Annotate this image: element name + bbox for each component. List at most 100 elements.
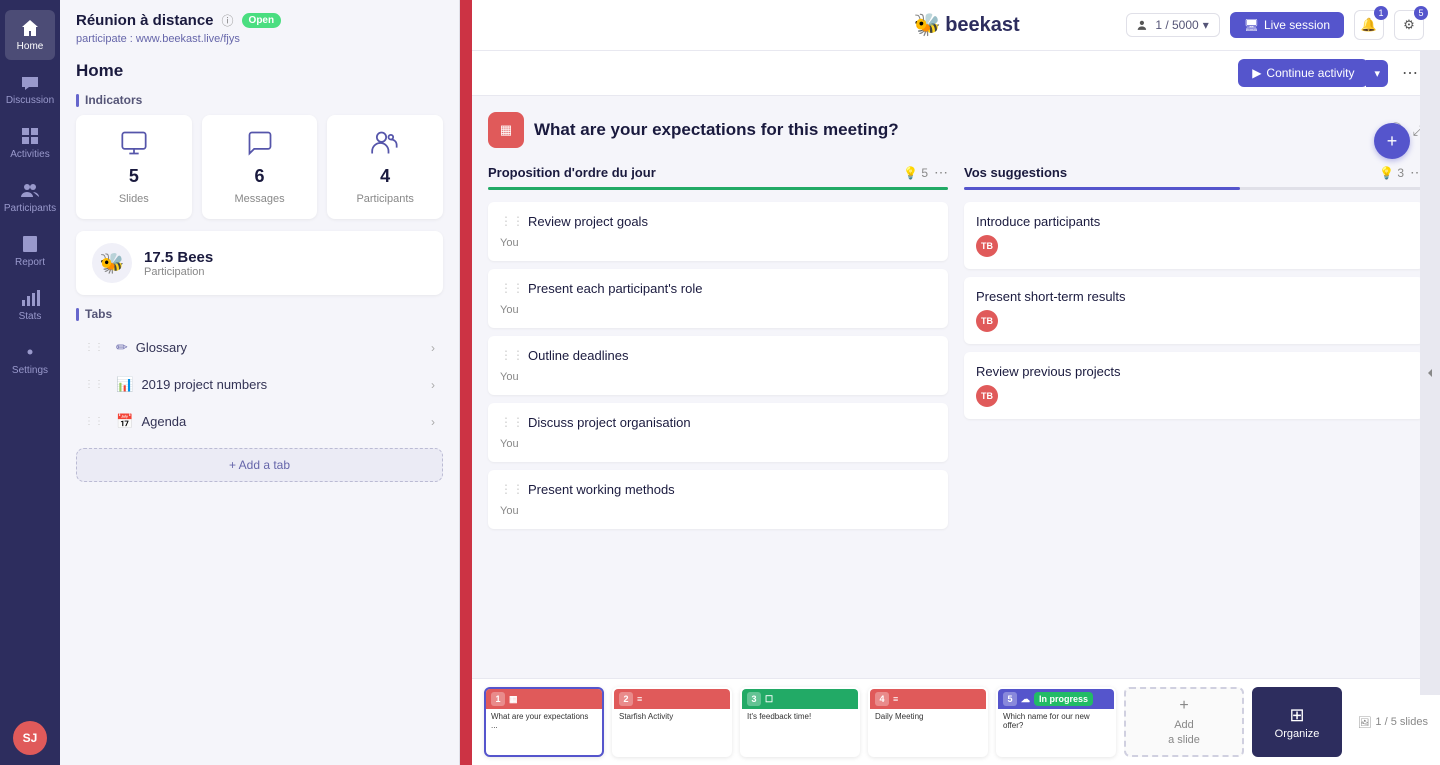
participate-url: participate : www.beekast.live/fjys (76, 33, 443, 45)
notifications-button[interactable]: 🔔 1 (1354, 10, 1384, 40)
tabs-label: Tabs (76, 307, 443, 321)
slide-thumb-3[interactable]: 3 ☐ It's feedback time! (740, 687, 860, 757)
slide-thumb-1[interactable]: 1 ▦ What are your expectations ... (484, 687, 604, 757)
slide-icon-4: ≡ (893, 694, 898, 704)
bees-number: 17.5 Bees (144, 249, 213, 266)
add-tab-button[interactable]: + Add a tab (76, 448, 443, 482)
indicator-participants: 4 Participants (327, 115, 443, 219)
slide-num-4: 4 (875, 692, 889, 706)
column-left-count: 💡 5 (903, 166, 928, 180)
glossary-icon: ✏ (116, 339, 128, 356)
organize-button[interactable]: ⊞ Organize (1252, 687, 1342, 757)
live-session-button[interactable]: 🖥 Live session (1230, 12, 1344, 38)
list-item: Introduce participants ⋯ TB (964, 202, 1424, 269)
sidebar-item-discussion[interactable]: Discussion (5, 64, 55, 114)
slides-icon (120, 129, 148, 160)
glossary-label: Glossary (136, 340, 423, 355)
sidebar-item-home[interactable]: Home (5, 10, 55, 60)
list-item: ⋮⋮ Discuss project organisation ⋯ You (488, 403, 948, 462)
in-progress-badge: In progress (1034, 692, 1093, 706)
list-item: Present short-term results ⋯ TB (964, 277, 1424, 344)
sidebar-item-stats[interactable]: Stats (5, 280, 55, 330)
column-left-more-button[interactable]: ⋯ (934, 164, 948, 181)
tab-agenda[interactable]: ⋮⋮ 📅 Agenda › (76, 403, 443, 440)
drag-handle: ⋮⋮ (84, 342, 104, 353)
slide-body-3: It's feedback time! (742, 709, 858, 755)
logo-area: 🐝 beekast (807, 12, 1126, 38)
agenda-icon: 📅 (116, 413, 133, 430)
suggestion-title: Introduce participants (976, 214, 1394, 229)
drag-handle-icon: ⋮⋮ (500, 214, 524, 228)
column-left-progress-fill (488, 187, 948, 190)
slide-thumb-5[interactable]: 5 ☁ In progress Which name for our new o… (996, 687, 1116, 757)
add-slide-button[interactable]: + Adda slide (1124, 687, 1244, 757)
suggestion-title: Present working methods (528, 482, 918, 497)
logo-text: beekast (945, 14, 1020, 37)
settings-button[interactable]: ⚙ 5 (1394, 10, 1424, 40)
slide-icon-5: ☁ (1021, 694, 1030, 705)
project-numbers-icon: 📊 (116, 376, 133, 393)
column-right-progress (964, 187, 1424, 190)
indicator-messages: 6 Messages (202, 115, 318, 219)
sidebar-nav: Home Discussion Activities Participants … (0, 0, 60, 765)
indicators-grid: 5 Slides 6 Messages 4 Participants (76, 115, 443, 219)
suggestion-author: You (500, 505, 936, 517)
tab-glossary[interactable]: ⋮⋮ ✏ Glossary › (76, 329, 443, 366)
participants-icon (371, 129, 399, 160)
drag-handle-3: ⋮⋮ (84, 416, 104, 427)
continue-dropdown-button[interactable]: ▾ (1366, 60, 1388, 87)
suggestion-title: Present short-term results (976, 289, 1394, 304)
list-item: Review previous projects ⋯ TB (964, 352, 1424, 419)
participants-count-text: 1 / 5000 (1155, 18, 1198, 32)
column-left: Proposition d'ordre du jour 💡 5 ⋯ ⋮⋮ (488, 164, 948, 537)
slide-body-4: Daily Meeting (870, 709, 986, 755)
session-info-icon[interactable]: ⓘ (222, 12, 234, 29)
drag-handle-icon: ⋮⋮ (500, 415, 524, 429)
messages-label: Messages (234, 193, 284, 205)
indicator-slides: 5 Slides (76, 115, 192, 219)
slide-thumb-2[interactable]: 2 ≡ Starfish Activity (612, 687, 732, 757)
sidebar-item-activities[interactable]: Activities (5, 118, 55, 168)
list-item: ⋮⋮ Present each participant's role ⋯ You (488, 269, 948, 328)
main-content: 🐝 beekast 1 / 5000 ▾ 🖥 Live session 🔔 1 … (472, 0, 1440, 765)
glossary-arrow: › (431, 341, 435, 355)
column-right-progress-fill (964, 187, 1240, 190)
columns-container: Proposition d'ordre du jour 💡 5 ⋯ ⋮⋮ (488, 164, 1424, 537)
slide-body-2: Starfish Activity (614, 709, 730, 755)
slide-num-2: 2 (619, 692, 633, 706)
messages-icon (246, 129, 274, 160)
continue-activity-button[interactable]: ▶ Continue activity (1238, 59, 1368, 87)
list-item: ⋮⋮ Outline deadlines ⋯ You (488, 336, 948, 395)
participants-count: 4 (380, 166, 390, 187)
participants-count-badge[interactable]: 1 / 5000 ▾ (1126, 13, 1219, 37)
slide-num-5: 5 (1003, 692, 1017, 706)
list-item: ⋮⋮ Review project goals ⋯ You (488, 202, 948, 261)
monitor-icon: 🖥 (1244, 18, 1259, 32)
chevron-down-icon: ▾ (1203, 18, 1209, 32)
suggestion-title: Present each participant's role (528, 281, 918, 296)
add-column-button[interactable]: + (1374, 123, 1410, 159)
suggestion-author: You (500, 371, 936, 383)
left-collapse-bar[interactable] (460, 0, 472, 765)
organize-label: Organize (1275, 728, 1320, 740)
tab-project-numbers[interactable]: ⋮⋮ 📊 2019 project numbers › (76, 366, 443, 403)
messages-count: 6 (255, 166, 265, 187)
sidebar-item-settings[interactable]: Settings (5, 334, 55, 384)
sidebar-item-report[interactable]: Report (5, 226, 55, 276)
right-collapse-handle[interactable] (1420, 51, 1440, 695)
drag-handle-icon: ⋮⋮ (500, 348, 524, 362)
suggestion-title: Discuss project organisation (528, 415, 918, 430)
activity-area: ▶ Continue activity ▾ ⋯ ▦ What are your … (472, 51, 1440, 765)
user-avatar[interactable]: SJ (13, 721, 47, 755)
slide-icon-1: ▦ (509, 694, 518, 705)
top-bar-right: 1 / 5000 ▾ 🖥 Live session 🔔 1 ⚙ 5 (1126, 10, 1424, 40)
slide-num-1: 1 (491, 692, 505, 706)
session-status-badge: Open (242, 13, 282, 28)
slide-thumb-4[interactable]: 4 ≡ Daily Meeting (868, 687, 988, 757)
slides-bar: 1 ▦ What are your expectations ... 2 ≡ S… (472, 678, 1440, 765)
suggestion-author: You (500, 237, 936, 249)
bees-card: 🐝 17.5 Bees Participation (76, 231, 443, 295)
tb-avatar: TB (976, 235, 998, 257)
sidebar-item-participants[interactable]: Participants (5, 172, 55, 222)
activity-title-row: ▦ What are your expectations for this me… (488, 112, 1424, 148)
